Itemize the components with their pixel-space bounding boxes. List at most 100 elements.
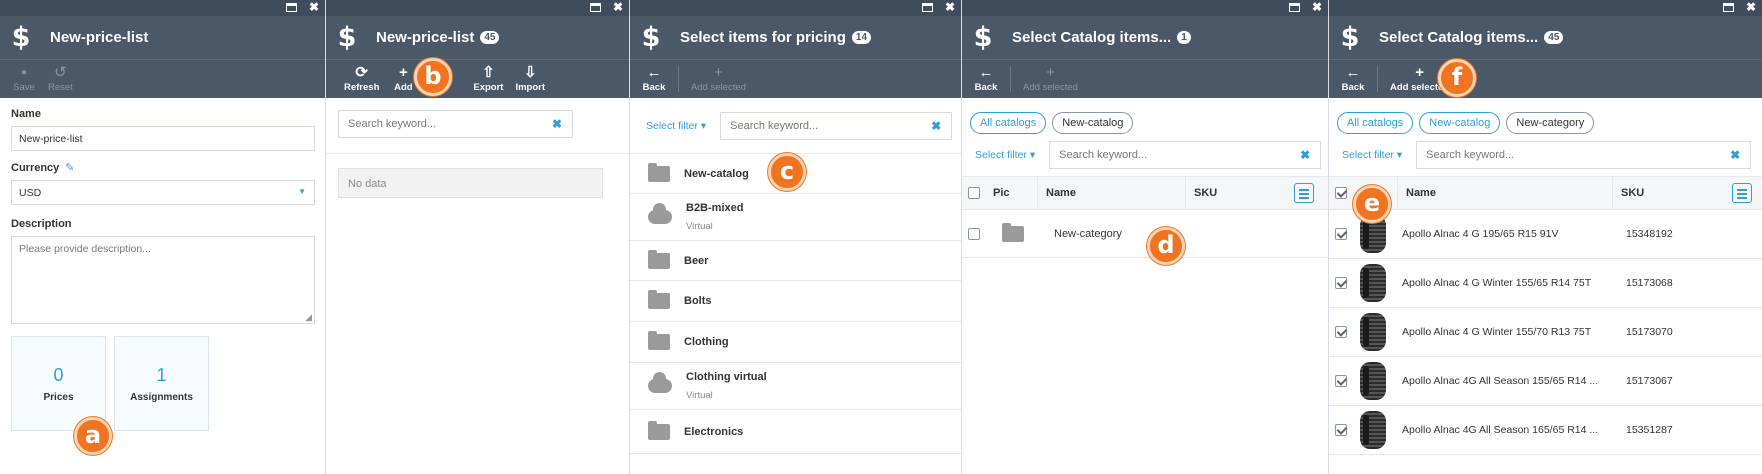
add-selected-button[interactable]: + Add selected bbox=[1019, 64, 1082, 93]
column-menu-icon[interactable] bbox=[1294, 183, 1314, 203]
clear-icon[interactable]: ✖ bbox=[1730, 148, 1740, 162]
folder-icon bbox=[648, 290, 670, 309]
cloud-icon bbox=[648, 372, 672, 393]
row-checkbox[interactable] bbox=[1335, 424, 1347, 436]
row-checkbox[interactable] bbox=[1335, 326, 1347, 338]
close-icon[interactable]: ✖ bbox=[945, 1, 955, 15]
blade-header: $ New-price-list 45 bbox=[326, 16, 629, 60]
close-icon[interactable]: ✖ bbox=[1746, 1, 1756, 15]
row-checkbox[interactable] bbox=[968, 227, 980, 240]
table-row[interactable]: Apollo Alnac 4 G 195/65 R15 91V 15348192 bbox=[1329, 210, 1762, 259]
close-icon[interactable]: ✖ bbox=[1312, 1, 1322, 15]
search-input[interactable]: Search keyword... ✖ bbox=[1049, 141, 1322, 169]
plus-icon: + bbox=[1046, 64, 1055, 81]
reset-button[interactable]: ↺ Reset bbox=[44, 64, 77, 93]
callout-badge-d: d bbox=[1147, 227, 1185, 265]
assignments-count: 1 bbox=[156, 364, 167, 385]
table-row[interactable]: Apollo Alnac 4 G Winter 155/70 R13 75T 1… bbox=[1329, 308, 1762, 357]
maximize-icon[interactable] bbox=[1288, 1, 1300, 15]
maximize-icon[interactable] bbox=[921, 1, 933, 15]
row-checkbox[interactable] bbox=[1335, 277, 1347, 289]
row-name: New-category bbox=[1054, 227, 1122, 240]
list-item[interactable]: Bolts bbox=[630, 281, 961, 322]
plus-icon: + bbox=[1415, 64, 1424, 81]
export-button[interactable]: ⇧ Export bbox=[469, 64, 507, 93]
breadcrumb: All catalogs New-catalog bbox=[962, 98, 1328, 134]
search-input[interactable]: Search keyword... ✖ bbox=[720, 111, 953, 140]
table-row[interactable]: New-category bbox=[962, 210, 1328, 258]
list-item[interactable]: Beer bbox=[630, 241, 961, 281]
breadcrumb-new-catalog[interactable]: New-catalog bbox=[1419, 112, 1501, 134]
select-filter-dropdown[interactable]: Select filter ▾ bbox=[1342, 149, 1402, 161]
back-button[interactable]: ← Back bbox=[638, 64, 670, 93]
maximize-icon[interactable] bbox=[589, 1, 601, 15]
dollar-icon: $ bbox=[337, 22, 357, 53]
chevron-down-icon: ▼ bbox=[298, 187, 306, 196]
currency-select[interactable]: USD ▼ bbox=[11, 180, 315, 205]
assignments-label: Assignments bbox=[130, 391, 193, 403]
blade-header: $ Select items for pricing 14 bbox=[630, 16, 961, 60]
row-checkbox[interactable] bbox=[1335, 375, 1347, 387]
maximize-icon[interactable] bbox=[285, 1, 297, 15]
callout-badge-e: e bbox=[1353, 185, 1391, 223]
clear-icon[interactable]: ✖ bbox=[931, 119, 941, 133]
pencil-icon[interactable]: ✎ bbox=[65, 161, 74, 174]
import-button[interactable]: ⇩ Import bbox=[511, 64, 549, 93]
table-header: Name SKU bbox=[1329, 176, 1762, 210]
blade-header: $ Select Catalog items... 45 bbox=[1329, 16, 1762, 60]
save-button[interactable]: ▪ Save bbox=[8, 64, 40, 93]
column-pic[interactable]: Pic bbox=[993, 187, 1037, 199]
name-label: Name bbox=[11, 108, 41, 120]
toolbar: ← Back + Add selected bbox=[1329, 60, 1762, 98]
blade-header: $ Select Catalog items... 1 bbox=[962, 16, 1328, 60]
select-all-checkbox[interactable] bbox=[1335, 187, 1347, 199]
back-button[interactable]: ← Back bbox=[970, 64, 1002, 93]
close-icon[interactable]: ✖ bbox=[309, 1, 319, 15]
dollar-icon: $ bbox=[641, 22, 661, 53]
blade-topbar: ✖ bbox=[0, 0, 325, 16]
add-selected-button[interactable]: + Add selected bbox=[687, 64, 750, 93]
column-name[interactable]: Name bbox=[1037, 176, 1185, 210]
maximize-icon[interactable] bbox=[1722, 1, 1734, 15]
column-menu-icon[interactable] bbox=[1732, 183, 1752, 203]
list-item[interactable]: Electronics bbox=[630, 410, 961, 454]
list-item[interactable]: Clothing bbox=[630, 322, 961, 363]
callout-badge-b: b bbox=[414, 58, 452, 96]
blade-header: $ New-price-list bbox=[0, 16, 325, 60]
column-name[interactable]: Name bbox=[1397, 176, 1612, 210]
item-count-badge: 1 bbox=[1177, 31, 1191, 44]
clear-icon[interactable]: ✖ bbox=[1300, 148, 1310, 162]
breadcrumb-all-catalogs[interactable]: All catalogs bbox=[1337, 112, 1414, 134]
table-row[interactable]: Apollo Alnac 4G All Season 165/65 R14 ..… bbox=[1329, 406, 1762, 455]
folder-icon bbox=[648, 249, 670, 269]
item-count-badge: 45 bbox=[480, 31, 500, 44]
breadcrumb-all-catalogs[interactable]: All catalogs bbox=[970, 112, 1047, 134]
search-input[interactable]: Search keyword... ✖ bbox=[1416, 141, 1752, 169]
product-list: Apollo Alnac 4 G 195/65 R15 91V 15348192… bbox=[1329, 210, 1762, 455]
save-icon: ▪ bbox=[21, 64, 27, 81]
table-row[interactable]: Apollo Alnac 4G All Season 155/65 R14 ..… bbox=[1329, 357, 1762, 406]
select-filter-dropdown[interactable]: Select filter ▾ bbox=[975, 149, 1035, 161]
name-field[interactable]: New-price-list bbox=[11, 126, 315, 151]
cloud-icon bbox=[648, 203, 672, 224]
close-icon[interactable]: ✖ bbox=[613, 1, 623, 15]
widget-assignments[interactable]: 1 Assignments bbox=[114, 336, 209, 431]
blade-title: Select Catalog items... bbox=[1012, 29, 1172, 46]
dollar-icon: $ bbox=[11, 22, 31, 53]
row-checkbox[interactable] bbox=[1335, 228, 1347, 240]
clear-icon[interactable]: ✖ bbox=[552, 117, 562, 131]
prices-count: 0 bbox=[53, 364, 64, 385]
list-item[interactable]: Clothing virtual Virtual bbox=[630, 363, 961, 410]
refresh-button[interactable]: ⟳ Refresh bbox=[340, 64, 383, 93]
back-button[interactable]: ← Back bbox=[1337, 64, 1369, 93]
breadcrumb-new-catalog[interactable]: New-catalog bbox=[1052, 112, 1134, 134]
list-item[interactable]: B2B-mixed Virtual bbox=[630, 194, 961, 241]
resize-handle-icon[interactable]: ◢ bbox=[305, 312, 312, 323]
search-input[interactable]: Search keyword... ✖ bbox=[338, 110, 573, 138]
breadcrumb-new-category[interactable]: New-category bbox=[1506, 112, 1595, 134]
toolbar-divider bbox=[678, 66, 679, 92]
select-filter-dropdown[interactable]: Select filter ▾ bbox=[646, 120, 706, 132]
select-all-checkbox[interactable] bbox=[968, 187, 980, 199]
description-textarea[interactable]: Please provide description... ◢ bbox=[11, 236, 315, 324]
table-row[interactable]: Apollo Alnac 4 G Winter 155/65 R14 75T 1… bbox=[1329, 259, 1762, 308]
